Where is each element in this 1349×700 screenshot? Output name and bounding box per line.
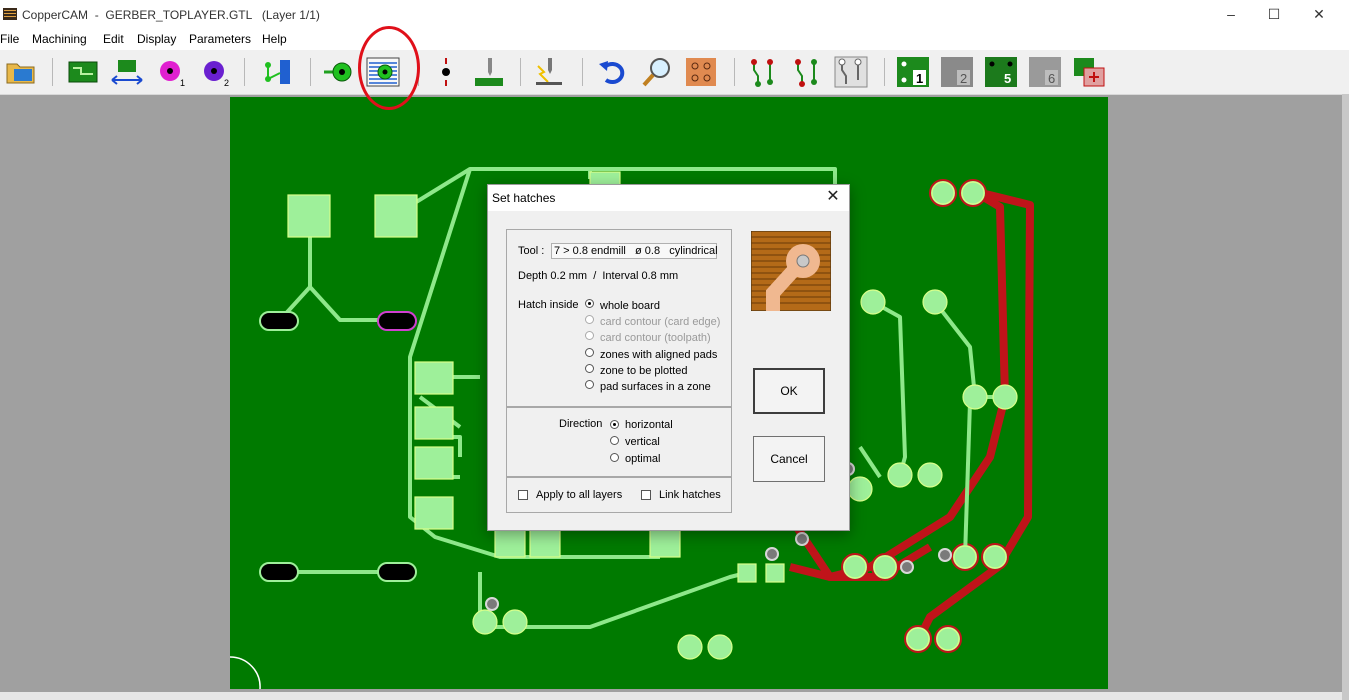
toolbar: 1 2 1 2 5 6 <box>0 50 1349 95</box>
route-disabled-icon[interactable] <box>834 56 868 88</box>
tool-hatch-group: Tool : 7 > 0.8 endmill ø 0.8 cylindrical… <box>506 229 732 407</box>
direction-label: Direction <box>559 418 603 430</box>
option-horizontal[interactable]: horizontal <box>625 419 673 431</box>
layer-1-badge: 1 <box>916 71 923 86</box>
link-hatches-checkbox[interactable] <box>641 490 651 500</box>
hatch-inside-label: Hatch inside <box>518 299 579 311</box>
pcb-board-icon[interactable] <box>66 56 100 88</box>
drill-origin-1-icon[interactable]: 1 <box>154 56 188 88</box>
layer-5-badge: 5 <box>1004 71 1011 86</box>
radio-card-contour-edge[interactable] <box>585 315 594 324</box>
close-window-button[interactable]: ✕ <box>1296 0 1342 30</box>
copper-pads-icon[interactable] <box>684 56 718 88</box>
layer-6-icon[interactable]: 6 <box>1028 56 1062 88</box>
option-card-contour-edge[interactable]: card contour (card edge) <box>600 316 720 328</box>
zoom-icon[interactable] <box>640 56 674 88</box>
horizontal-scrollbar[interactable] <box>0 692 1342 700</box>
radio-zone-to-be-plotted[interactable] <box>585 364 594 373</box>
dialog-title-bar: Set hatches ✕ <box>488 185 849 211</box>
maximize-button[interactable]: ☐ <box>1251 0 1297 30</box>
open-folder-icon[interactable] <box>4 56 38 88</box>
dialog-close-button[interactable]: ✕ <box>823 187 843 207</box>
vertical-scrollbar[interactable] <box>1342 94 1349 700</box>
option-whole-board[interactable]: whole board <box>600 300 660 312</box>
option-zone-to-be-plotted[interactable]: zone to be plotted <box>600 365 687 377</box>
radio-vertical[interactable] <box>610 436 619 445</box>
menu-file[interactable]: File <box>0 32 19 46</box>
option-card-contour-toolpath[interactable]: card contour (toolpath) <box>600 332 711 344</box>
menu-display[interactable]: Display <box>137 32 176 46</box>
layer-6-badge: 6 <box>1048 71 1055 86</box>
options-group: Apply to all layers Link hatches <box>506 477 732 513</box>
layer-2-badge: 2 <box>960 71 967 86</box>
tool-label: Tool : <box>518 245 545 257</box>
highlight-annotation <box>358 26 420 110</box>
radio-horizontal[interactable] <box>610 420 619 429</box>
radio-whole-board[interactable] <box>585 299 594 308</box>
menu-parameters[interactable]: Parameters <box>189 32 251 46</box>
engrave-tool-icon[interactable] <box>472 56 506 88</box>
radio-pad-surfaces-zone[interactable] <box>585 380 594 389</box>
option-pad-surfaces-zone[interactable]: pad surfaces in a zone <box>600 381 711 393</box>
option-vertical[interactable]: vertical <box>625 436 660 448</box>
window-title: CopperCAM - GERBER_TOPLAYER.GTL (Layer 1… <box>22 8 320 22</box>
minimize-button[interactable]: – <box>1208 0 1254 30</box>
dialog-title: Set hatches <box>492 191 556 205</box>
hatch-preview-image <box>751 231 831 311</box>
option-zones-aligned-pads[interactable]: zones with aligned pads <box>600 349 717 361</box>
radio-card-contour-toolpath[interactable] <box>585 331 594 340</box>
route-tracks-icon[interactable] <box>746 56 780 88</box>
drill-badge-2: 2 <box>224 78 229 88</box>
mirror-board-icon[interactable] <box>110 56 144 88</box>
layer-1-icon[interactable]: 1 <box>896 56 930 88</box>
mill-calculate-icon[interactable] <box>532 56 566 88</box>
route-tracks-alt-icon[interactable] <box>790 56 824 88</box>
tracks-pads-icon[interactable] <box>260 56 294 88</box>
menu-help[interactable]: Help <box>262 32 287 46</box>
ok-button[interactable]: OK <box>753 368 825 414</box>
contour-pad-icon[interactable] <box>322 56 356 88</box>
coppercam-app-icon <box>3 8 17 20</box>
menu-bar: File Machining Edit Display Parameters H… <box>0 30 1349 50</box>
undo-icon[interactable] <box>596 56 630 88</box>
set-hatches-dialog: Set hatches ✕ Tool : 7 > 0.8 endmill ø 0… <box>487 184 850 531</box>
drill-marks-icon[interactable] <box>428 56 462 88</box>
direction-group: Direction horizontal vertical optimal <box>506 407 732 477</box>
menu-edit[interactable]: Edit <box>103 32 124 46</box>
drill-badge-1: 1 <box>180 78 185 88</box>
apply-all-layers-label[interactable]: Apply to all layers <box>536 489 622 501</box>
cancel-button[interactable]: Cancel <box>753 436 825 482</box>
depth-interval-text: Depth 0.2 mm / Interval 0.8 mm <box>518 270 679 282</box>
menu-machining[interactable]: Machining <box>32 32 87 46</box>
radio-optimal[interactable] <box>610 453 619 462</box>
apply-all-layers-checkbox[interactable] <box>518 490 528 500</box>
layer-5-icon[interactable]: 5 <box>984 56 1018 88</box>
tool-field[interactable]: 7 > 0.8 endmill ø 0.8 cylindrical <box>551 243 718 259</box>
radio-zones-aligned-pads[interactable] <box>585 348 594 357</box>
layer-2-icon[interactable]: 2 <box>940 56 974 88</box>
link-hatches-label[interactable]: Link hatches <box>659 489 721 501</box>
drill-origin-2-icon[interactable]: 2 <box>198 56 232 88</box>
option-optimal[interactable]: optimal <box>625 453 660 465</box>
add-layer-icon[interactable] <box>1072 56 1106 88</box>
title-bar: CopperCAM - GERBER_TOPLAYER.GTL (Layer 1… <box>0 0 1349 30</box>
